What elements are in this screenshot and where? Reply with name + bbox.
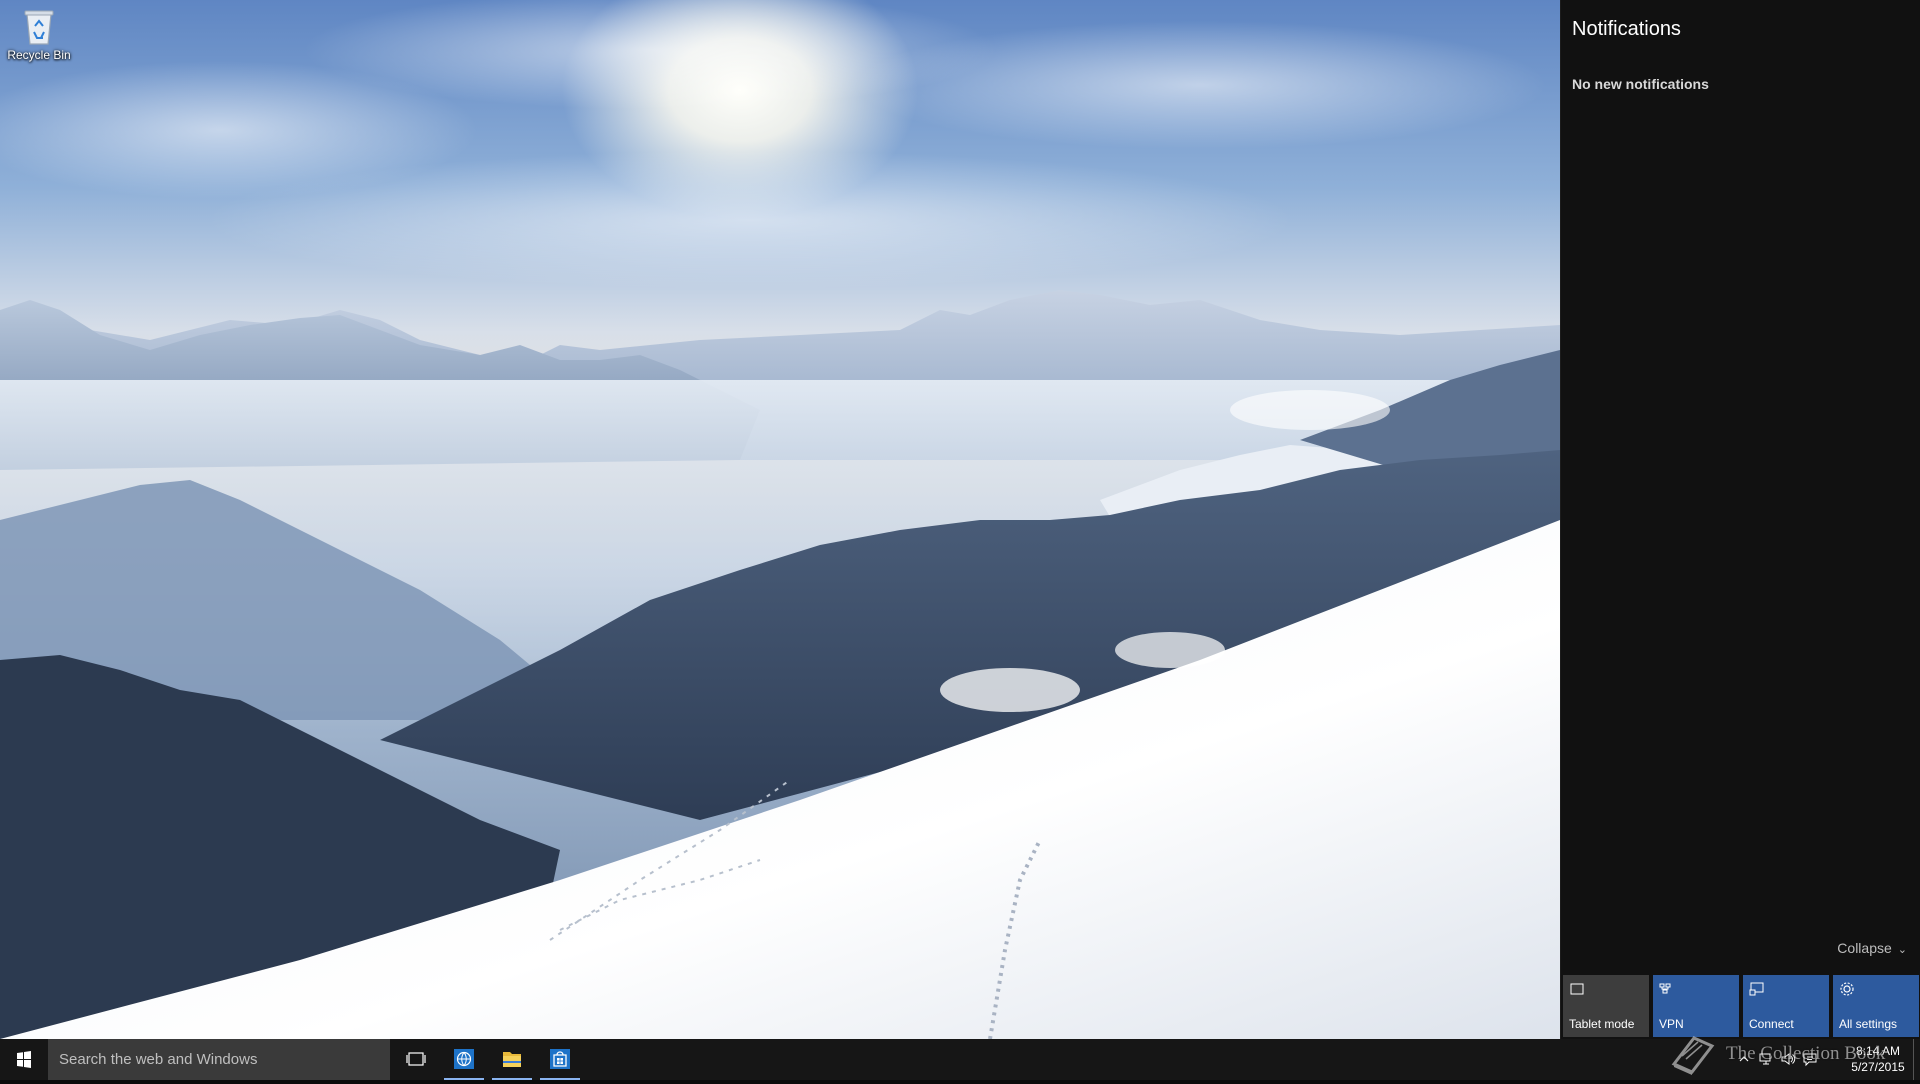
action-center-icon[interactable] bbox=[1802, 1051, 1818, 1067]
no-notifications-message: No new notifications bbox=[1572, 76, 1709, 92]
clock[interactable]: 8:14 AM 5/27/2015 bbox=[1848, 1043, 1908, 1075]
taskbar: 8:14 AM 5/27/2015 bbox=[0, 1039, 1920, 1080]
volume-icon[interactable] bbox=[1780, 1051, 1796, 1067]
quick-action-label: VPN bbox=[1659, 1017, 1684, 1031]
collapse-button[interactable]: Collapse ⌄ bbox=[1837, 940, 1907, 956]
task-view-icon bbox=[406, 1052, 426, 1066]
quick-action-label: All settings bbox=[1839, 1017, 1898, 1031]
taskbar-app-file-explorer[interactable] bbox=[488, 1039, 536, 1080]
chevron-up-icon[interactable] bbox=[1736, 1051, 1752, 1067]
recycle-bin-icon bbox=[22, 6, 56, 46]
quick-action-label: Connect bbox=[1749, 1017, 1794, 1031]
desktop-icon-label: Recycle Bin bbox=[7, 48, 71, 62]
quick-action-tablet-mode[interactable]: Tablet mode bbox=[1563, 975, 1649, 1037]
quick-action-label: Tablet mode bbox=[1569, 1017, 1635, 1031]
network-icon[interactable] bbox=[1758, 1051, 1774, 1067]
taskbar-app-internet-explorer[interactable] bbox=[440, 1039, 488, 1080]
folder-icon bbox=[503, 1052, 521, 1067]
clock-time: 8:14 AM bbox=[1855, 1044, 1901, 1058]
mountain-landscape bbox=[0, 290, 1560, 1039]
desktop-icon-recycle-bin[interactable]: Recycle Bin bbox=[4, 6, 74, 62]
system-tray: 8:14 AM 5/27/2015 bbox=[1700, 1039, 1920, 1080]
quick-action-connect[interactable]: Connect bbox=[1743, 975, 1829, 1037]
taskbar-app-store[interactable] bbox=[536, 1039, 584, 1080]
search-box[interactable] bbox=[48, 1039, 390, 1080]
browser-icon bbox=[454, 1049, 474, 1069]
quick-actions: Tablet mode VPN Connect All settings bbox=[1563, 975, 1919, 1037]
collapse-label: Collapse bbox=[1837, 940, 1892, 956]
store-icon bbox=[550, 1049, 570, 1069]
search-input[interactable] bbox=[48, 1039, 390, 1080]
clock-date: 5/27/2015 bbox=[1851, 1060, 1905, 1074]
quick-action-all-settings[interactable]: All settings bbox=[1833, 975, 1919, 1037]
desktop-wallpaper: Recycle Bin bbox=[0, 0, 1560, 1039]
action-center-title: Notifications bbox=[1572, 18, 1681, 40]
gear-icon bbox=[1839, 981, 1855, 997]
vpn-icon bbox=[1659, 981, 1675, 997]
chevron-down-icon: ⌄ bbox=[1897, 944, 1907, 956]
windows-logo-icon bbox=[17, 1051, 31, 1068]
quick-action-vpn[interactable]: VPN bbox=[1653, 975, 1739, 1037]
action-center-panel: Notifications No new notifications Colla… bbox=[1560, 0, 1920, 1039]
start-button[interactable] bbox=[0, 1039, 48, 1080]
tablet-icon bbox=[1569, 981, 1585, 997]
connect-icon bbox=[1749, 981, 1765, 997]
task-view-button[interactable] bbox=[392, 1039, 440, 1080]
show-desktop-button[interactable] bbox=[1913, 1039, 1920, 1080]
